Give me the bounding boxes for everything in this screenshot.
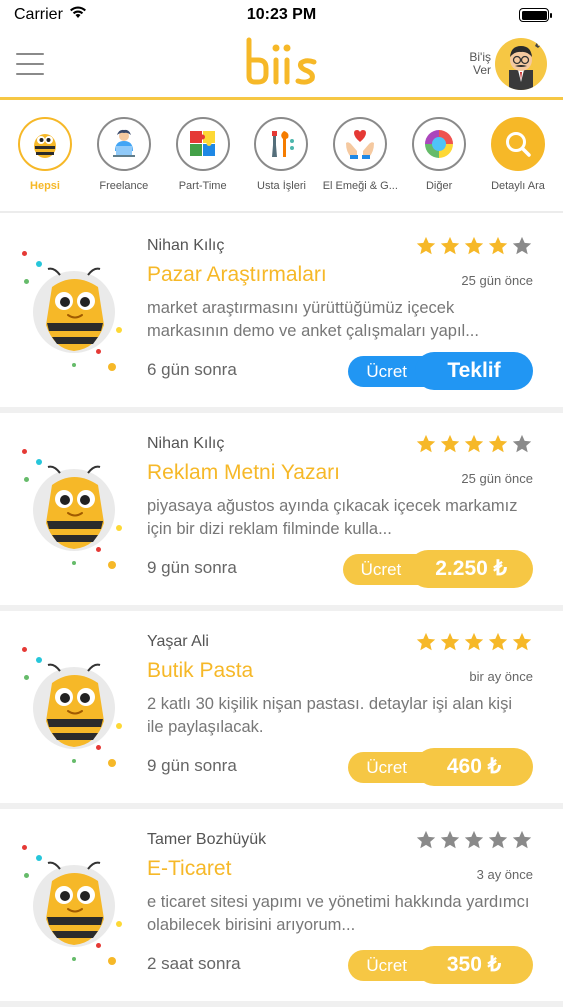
deadline: 9 gün sonra [147,756,237,775]
category-detailed-search[interactable]: Detaylı Ara [479,117,557,211]
bee-avatar [20,443,130,573]
bee-icon [18,117,72,171]
rating-stars [415,235,533,257]
star-empty-icon [512,830,532,849]
star-filled-icon [512,632,532,651]
job-card[interactable]: Nihan Kılıç Pazar Araştırmaları 25 gün ö… [0,215,563,413]
category-label: Usta İşleri [257,180,306,192]
puzzle-icon [175,117,230,171]
deadline: 6 gün sonra [147,360,237,379]
job-card[interactable]: Nihan Kılıç Reklam Metni Yazarı 25 gün ö… [0,413,563,611]
job-title: Reklam Metni Yazarı [147,461,340,484]
rating-stars [415,433,533,455]
fee-value: 460 ₺ [415,748,533,786]
star-empty-icon [488,830,508,849]
category-label: Hepsi [30,180,60,192]
pie-icon [412,117,467,171]
star-filled-icon [440,236,460,255]
rating-stars [415,631,533,653]
star-empty-icon [416,830,436,849]
job-description: e ticaret sitesi yapımı ve yönetimi hakk… [147,893,530,934]
star-empty-icon [440,830,460,849]
hands-heart-icon [333,117,388,171]
category-label: Detaylı Ara [491,180,545,192]
fee-value: 350 ₺ [415,946,533,984]
star-filled-icon [440,434,460,453]
category-all[interactable]: Hepsi [6,117,84,211]
posted-time: 25 gün önce [461,471,533,486]
category-label: Freelance [99,180,149,192]
post-job-button[interactable]: Bi'iş Ver [461,37,547,90]
category-other[interactable]: Diğer [400,117,478,211]
fee-button[interactable]: Ücret 2.250 ₺ [342,550,533,588]
job-card[interactable]: Yaşar Ali Butik Pasta bir ay önce 2 katl… [0,611,563,809]
fee-button[interactable]: Ücret 460 ₺ [348,748,533,786]
star-filled-icon [440,632,460,651]
category-label: Diğer [425,180,453,192]
status-bar: Carrier 10:23 PM [0,0,563,30]
battery-icon [519,8,552,22]
wifi-icon [69,6,87,24]
tools-icon [254,117,309,171]
star-filled-icon [416,632,436,651]
category-craftsman[interactable]: Usta İşleri [242,117,320,211]
job-title: Butik Pasta [147,659,254,682]
star-empty-icon [464,830,484,849]
poster-name: Yaşar Ali [147,633,209,650]
search-icon [490,117,545,171]
carrier-label: Carrier [14,6,63,23]
laptop-person-icon [96,117,151,171]
job-description: market araştırmasını yürüttüğümüz içecek… [147,299,479,340]
job-card[interactable]: Tamer Bozhüyük E-Ticaret 3 ay önce e tic… [0,809,563,1007]
category-label: Part-Time [178,180,227,192]
star-empty-icon [512,434,532,453]
fee-value: 2.250 ₺ [409,550,533,588]
star-filled-icon [488,632,508,651]
poster-name: Nihan Kılıç [147,237,225,254]
fee-value: Teklif [415,352,533,390]
star-filled-icon [464,434,484,453]
posted-time: 3 ay önce [476,867,533,882]
category-bar: Hepsi Freelance Part-Time Usta İşleri El… [0,103,563,213]
bee-avatar [20,839,130,969]
posted-time: 25 gün önce [461,273,533,288]
category-label: El Emeği & G... [322,180,398,192]
deadline: 9 gün sonra [147,558,237,577]
bee-avatar [20,245,130,375]
job-description: piyasaya ağustos ayında çıkacak içecek m… [147,497,518,538]
star-filled-icon [464,632,484,651]
post-job-label: Bi'iş Ver [469,49,491,77]
star-filled-icon [488,236,508,255]
biis-logo [244,36,320,90]
poster-name: Nihan Kılıç [147,435,225,452]
deadline: 2 saat sonra [147,954,241,973]
job-list: Nihan Kılıç Pazar Araştırmaları 25 gün ö… [0,215,563,1007]
star-empty-icon [512,236,532,255]
fee-button[interactable]: Ücret Teklif [348,352,533,390]
star-filled-icon [416,434,436,453]
job-title: E-Ticaret [147,857,232,880]
menu-button[interactable] [16,52,44,75]
star-filled-icon [416,236,436,255]
job-title: Pazar Araştırmaları [147,263,327,286]
posted-time: bir ay önce [469,669,533,684]
category-freelance[interactable]: Freelance [85,117,163,211]
category-handmade[interactable]: El Emeği & G... [321,117,399,211]
top-nav: Bi'iş Ver [0,30,563,100]
rating-stars [415,829,533,851]
poster-name: Tamer Bozhüyük [147,831,267,848]
fee-button[interactable]: Ücret 350 ₺ [348,946,533,984]
bee-avatar [20,641,130,771]
star-filled-icon [464,236,484,255]
star-filled-icon [488,434,508,453]
category-part-time[interactable]: Part-Time [164,117,242,211]
businessman-mascot-icon [495,37,547,90]
job-description: 2 katlı 30 kişilik nişan pastası. detayl… [147,695,512,736]
